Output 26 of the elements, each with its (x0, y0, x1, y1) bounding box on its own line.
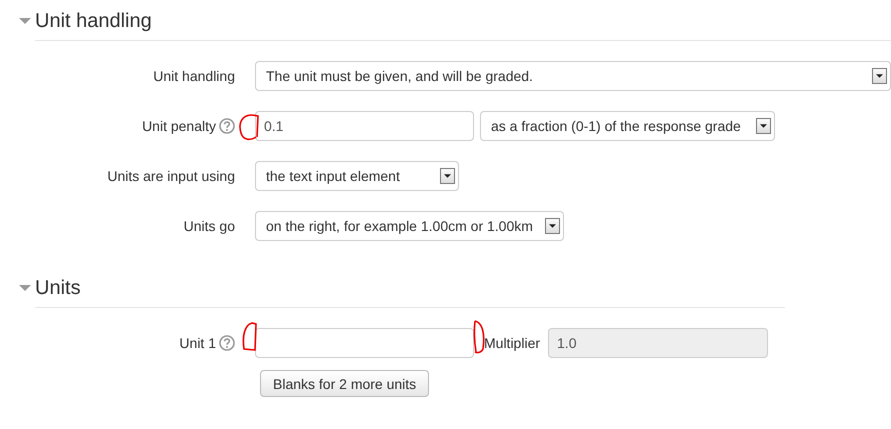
dropdown[interactable]: The unit must be given, and will be graded. (255, 61, 891, 91)
input-field[interactable] (255, 328, 474, 358)
input-field[interactable]: 0.1 (255, 111, 474, 141)
field-label: Units go (184, 218, 235, 234)
caret-icon (444, 174, 451, 178)
add-blanks-button[interactable]: Blanks for 2 more units (260, 370, 430, 397)
section-title: Unit handling (35, 10, 152, 32)
section-title: Units (35, 276, 81, 300)
dropdown[interactable]: on the right, for example 1.00cm or 1.00km (255, 211, 564, 241)
help-icon[interactable] (219, 118, 235, 134)
field-label: Unit penalty (142, 118, 216, 134)
field-label: Unit 1 (179, 335, 216, 351)
collapse-icon[interactable] (19, 18, 31, 24)
caret-icon (876, 74, 883, 78)
annotation-mark (471, 319, 487, 355)
caret-icon (760, 124, 767, 128)
field-label: Unit handling (153, 68, 235, 84)
help-icon[interactable] (219, 335, 235, 351)
caret-icon (549, 224, 556, 228)
dropdown[interactable]: as a fraction (0-1) of the response grade (480, 111, 775, 141)
dropdown[interactable]: the text input element (255, 161, 459, 191)
annotation-mark (238, 113, 260, 141)
collapse-icon[interactable] (19, 285, 31, 291)
field-label: Units are input using (107, 168, 235, 184)
annotation-mark (240, 321, 258, 353)
field-label: Multiplier (484, 335, 540, 351)
